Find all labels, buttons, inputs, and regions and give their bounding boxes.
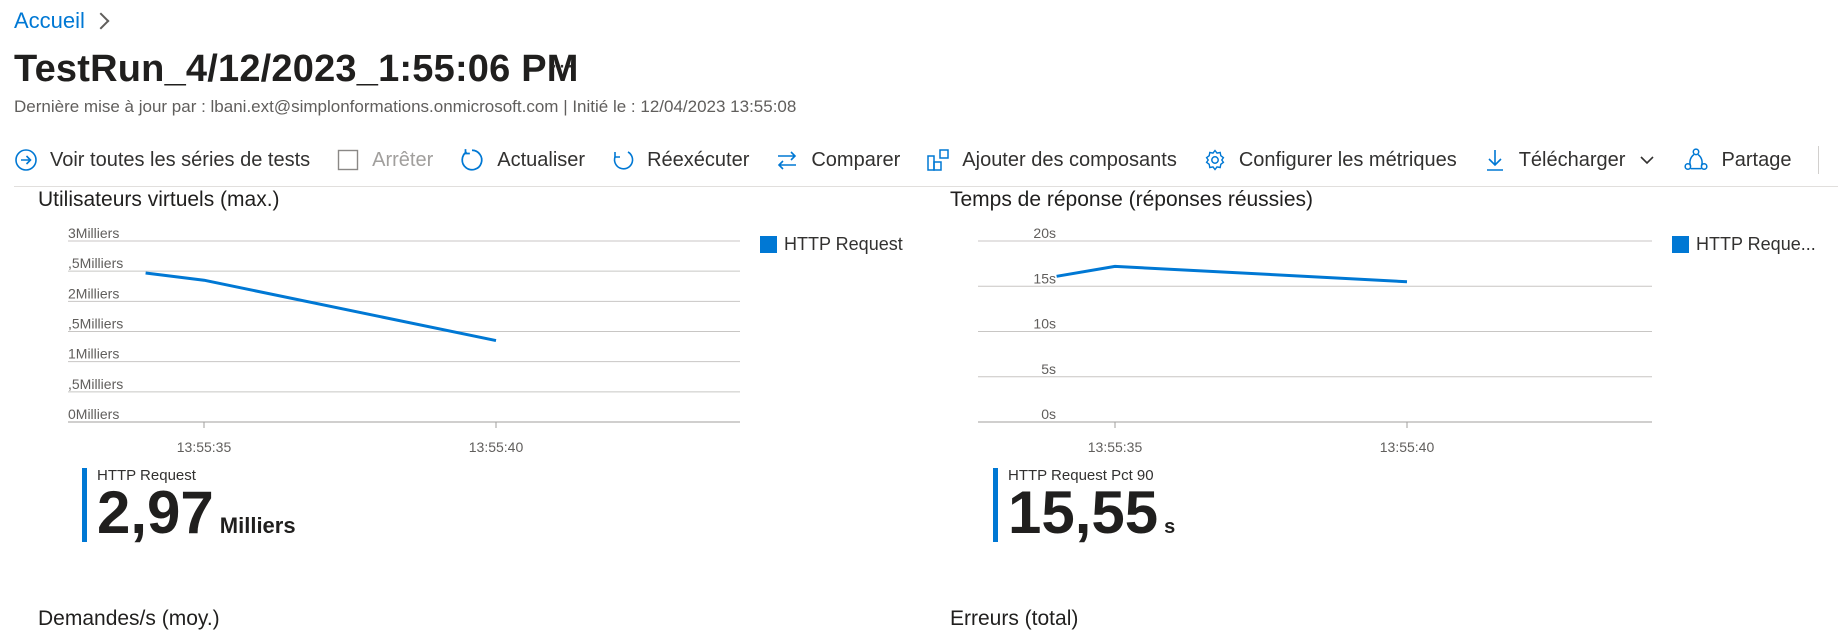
y-tick-label: 5s (1041, 361, 1056, 377)
toolbar-divider (1817, 146, 1819, 174)
more-options-button[interactable]: ··· (550, 52, 574, 80)
configure-metrics-label: Configurer les métriques (1238, 148, 1457, 171)
summary-unit: s (1164, 516, 1176, 538)
add-components-icon (927, 149, 950, 171)
download-button[interactable]: Télécharger (1483, 148, 1658, 172)
x-tick-label: 13:55:35 (1088, 439, 1143, 455)
share-label: Partage (1721, 148, 1792, 171)
y-tick-label: ,5Milliers (68, 316, 123, 332)
series-line (145, 271, 497, 343)
summary-unit: Milliers (219, 513, 296, 538)
chevron-down-icon (1640, 156, 1655, 165)
legend-label: HTTP Request (784, 234, 903, 254)
chevron-right-icon (92, 12, 110, 30)
arrow-circle-right-icon (15, 149, 37, 171)
x-tick-label: 13:55:40 (469, 439, 524, 455)
compare-arrows-icon (778, 151, 797, 170)
x-tick-label: 13:55:35 (177, 439, 232, 455)
virtual-users-title: Utilisateurs virtuels (max.) (38, 188, 280, 211)
compare-label: Comparer (811, 148, 901, 171)
command-bar: Voir toutes les séries de tests Arrêter … (14, 142, 1838, 178)
stop-label: Arrêter (372, 148, 434, 171)
requests-per-second-title: Demandes/s (moy.) (38, 607, 220, 630)
share-button[interactable]: Partage (1683, 147, 1792, 173)
response-time-chart[interactable]: 20s 15s 10s 5s 0s 13:55:35 13:55:40 (960, 220, 1660, 465)
rerun-icon (613, 151, 634, 170)
add-components-button[interactable]: Ajouter des composants (926, 148, 1177, 172)
virtual-users-legend[interactable]: HTTP Request (760, 234, 903, 255)
y-tick-label: 15s (1033, 270, 1056, 286)
download-icon (1486, 150, 1503, 171)
legend-swatch (760, 236, 777, 253)
summary-value: 2,97 (97, 479, 214, 546)
y-tick-label: 0Milliers (68, 406, 119, 422)
rerun-button[interactable]: Réexécuter (611, 148, 749, 172)
summary-value: 15,55 (1008, 479, 1159, 546)
gear-icon (1205, 149, 1225, 171)
response-time-legend[interactable]: HTTP Reque... (1672, 234, 1816, 255)
page-title: TestRun_4/12/2023_1:55:06 PM (14, 48, 579, 90)
refresh-label: Actualiser (497, 148, 586, 171)
stop-button[interactable]: Arrêter (336, 148, 433, 172)
y-tick-label: 20s (1033, 225, 1056, 241)
legend-label: HTTP Reque... (1696, 234, 1816, 254)
rerun-label: Réexécuter (647, 148, 750, 171)
page-subtitle: Dernière mise à jour par : lbani.ext@sim… (14, 97, 797, 116)
y-tick-label: ,5Milliers (68, 255, 123, 271)
legend-swatch (1672, 236, 1689, 253)
y-tick-label: 2Milliers (68, 285, 119, 301)
share-icon (1684, 148, 1709, 170)
errors-title: Erreurs (total) (950, 607, 1079, 630)
x-tick-label: 13:55:40 (1380, 439, 1435, 455)
response-time-title: Temps de réponse (réponses réussies) (950, 188, 1314, 211)
y-tick-label: 10s (1033, 316, 1056, 332)
toolbar-divider-line (14, 186, 1838, 187)
y-tick-label: 0s (1041, 406, 1056, 422)
configure-metrics-button[interactable]: Configurer les métriques (1203, 148, 1457, 172)
view-all-test-runs-button[interactable]: Voir toutes les séries de tests (14, 148, 310, 172)
refresh-button[interactable]: Actualiser (459, 147, 585, 173)
y-tick-label: 3Milliers (68, 225, 119, 241)
breadcrumb-home-link[interactable]: Accueil (14, 8, 85, 34)
view-all-test-runs-label: Voir toutes les séries de tests (50, 148, 311, 171)
compare-button[interactable]: Comparer (775, 148, 900, 172)
y-tick-label: ,5Milliers (68, 376, 123, 392)
y-tick-label: 1Milliers (68, 346, 119, 362)
breadcrumb: Accueil (14, 8, 110, 34)
checkbox-icon (337, 149, 359, 171)
virtual-users-summary: HTTP Request 2,97 Milliers (82, 468, 296, 543)
download-label: Télécharger (1518, 148, 1626, 171)
refresh-icon (461, 149, 483, 171)
response-time-summary: HTTP Request Pct 90 15,55 s (993, 468, 1176, 543)
add-components-label: Ajouter des composants (962, 148, 1177, 171)
virtual-users-chart[interactable]: 3Milliers ,5Milliers 2Milliers ,5Milliers 1M… (0, 220, 760, 465)
series-line (1056, 264, 1408, 284)
